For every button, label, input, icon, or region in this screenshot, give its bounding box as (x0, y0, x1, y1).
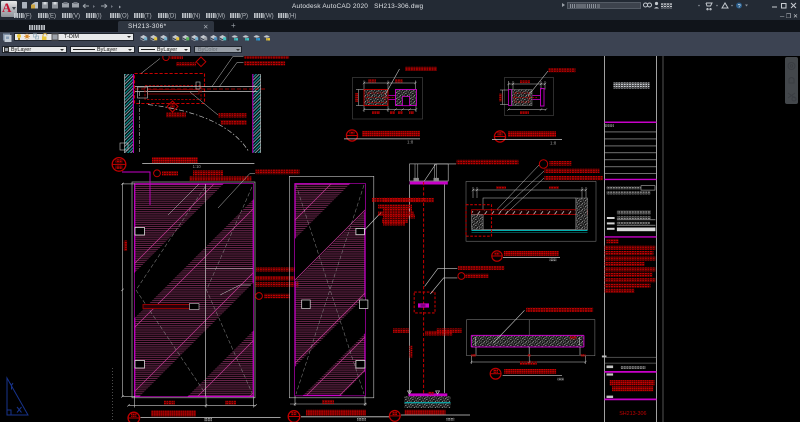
svg-text:SH213-306: SH213-306 (619, 411, 646, 417)
svg-text:1:8: 1:8 (407, 140, 414, 145)
svg-text:1:10: 1:10 (193, 164, 202, 169)
svg-text:?: ? (738, 4, 741, 10)
svg-text:1:8: 1:8 (550, 141, 557, 146)
